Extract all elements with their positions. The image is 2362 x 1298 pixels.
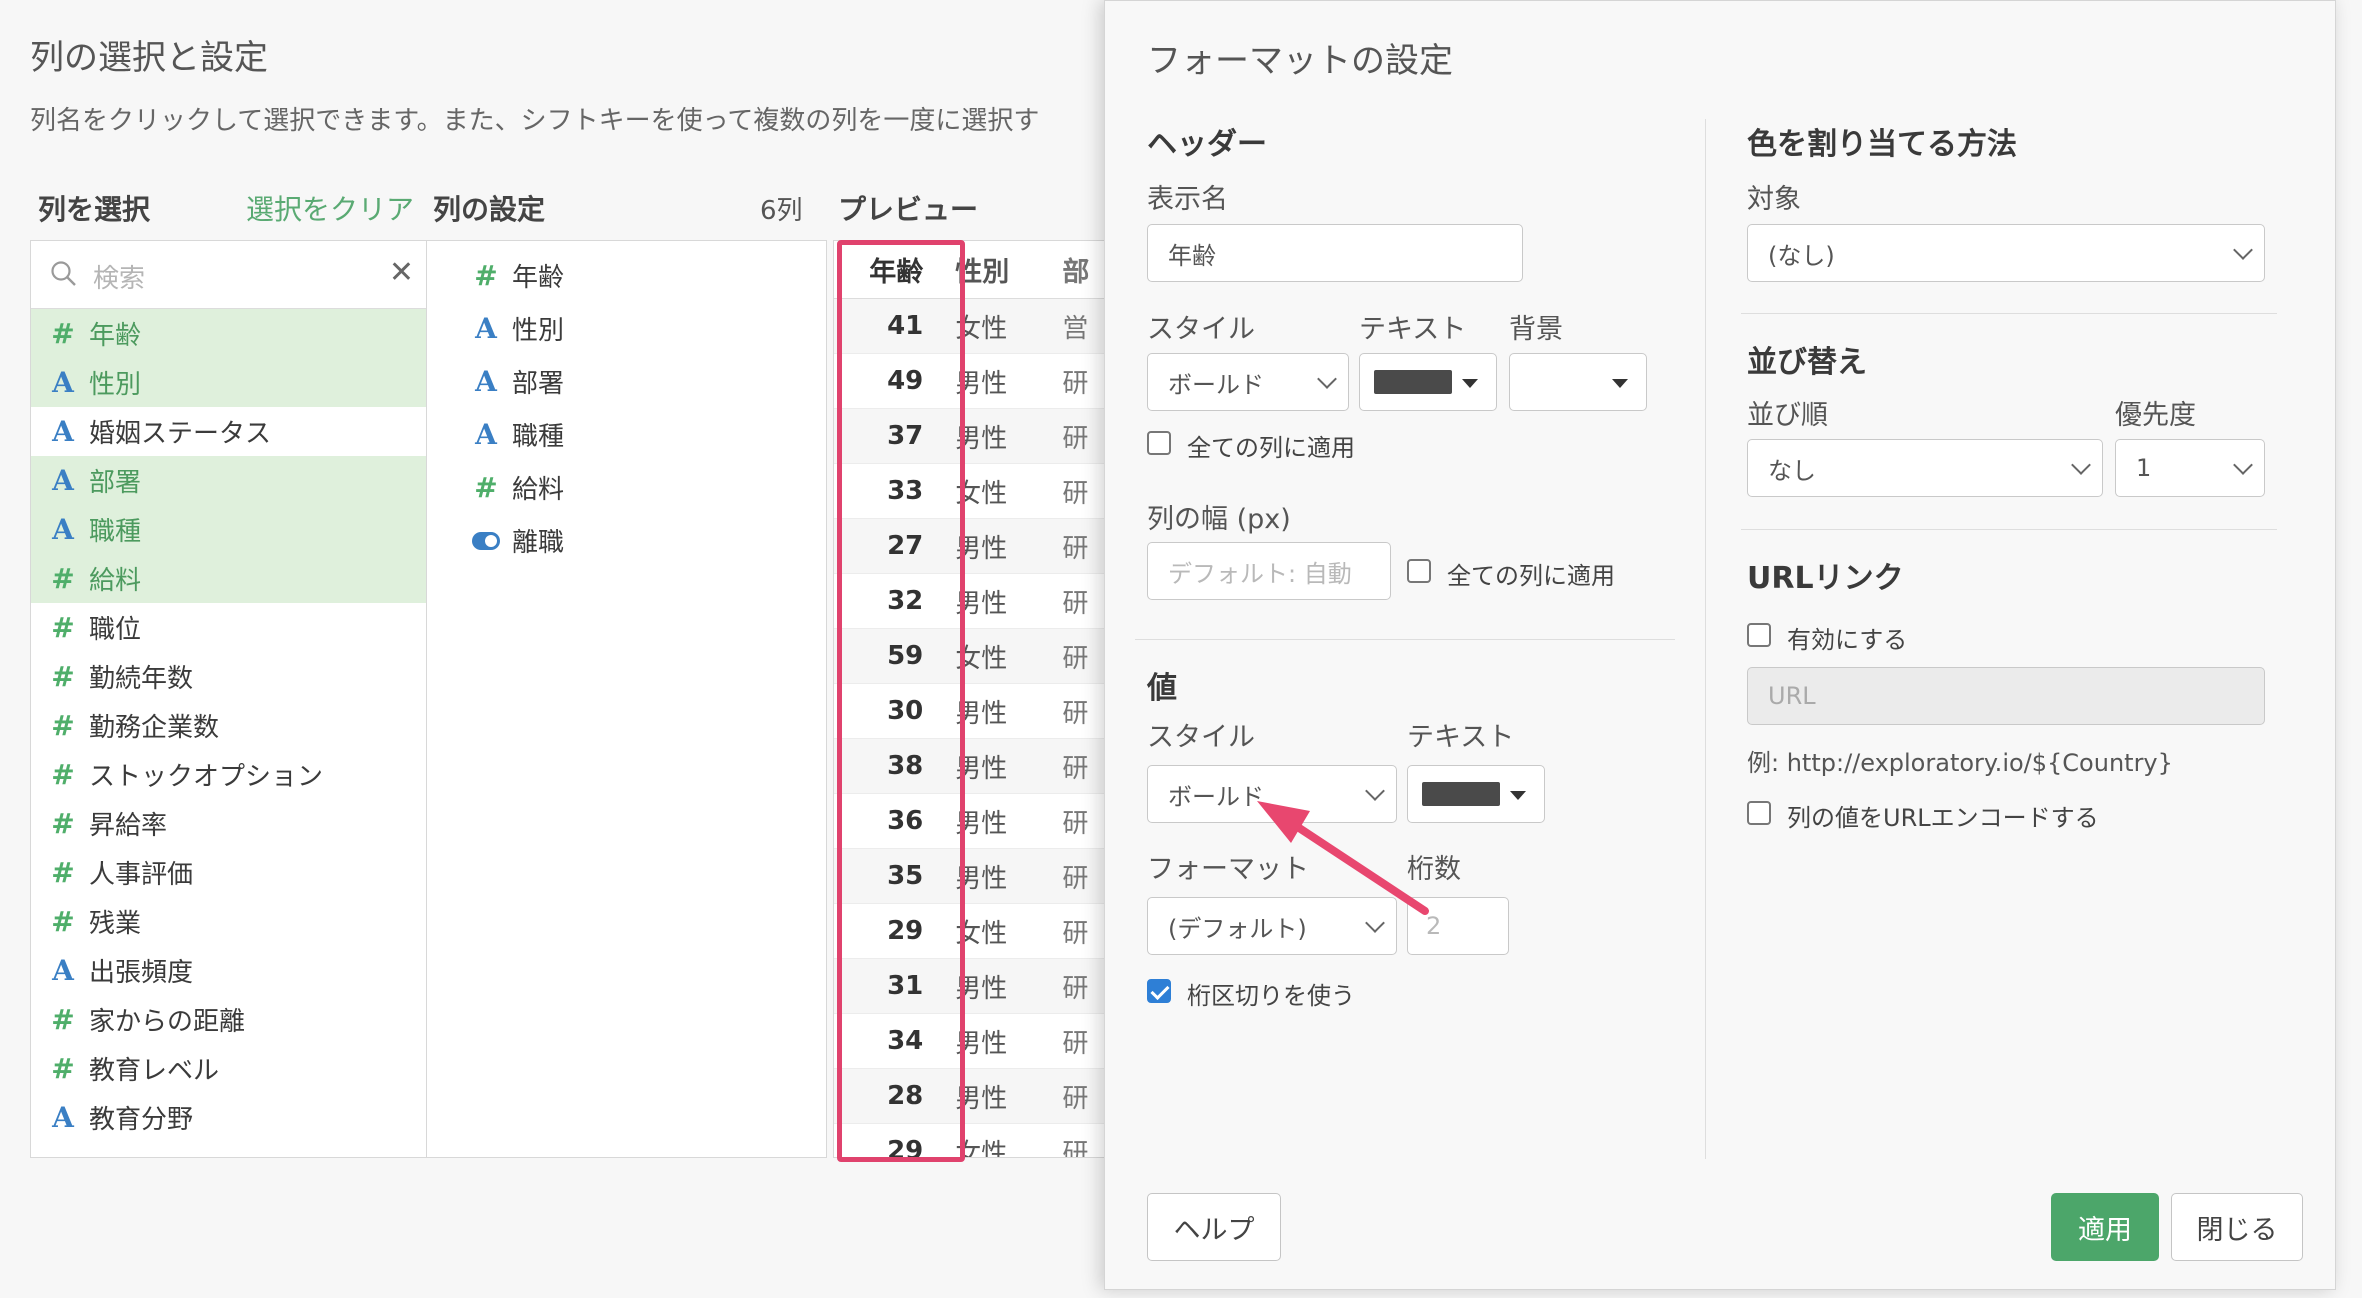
selected-column-list: # 年齢 A 性別 A 部署 A 職種 # 給料 離職: [427, 241, 826, 567]
number-type-icon: #: [51, 317, 75, 350]
search-icon: [51, 261, 76, 286]
age-column-highlight: [837, 240, 965, 1162]
column-list-item[interactable]: # 家からの距離: [31, 995, 426, 1044]
column-list-panel: 検索 ✕ # 年齢 A 性別 A 婚姻ステータス A 部署 A 職種 # 給料 # 職位 # 勤…: [30, 240, 427, 1158]
column-list-item[interactable]: # 年齢: [31, 309, 426, 358]
number-type-icon: #: [51, 856, 75, 889]
text-type-icon: A: [52, 1101, 74, 1134]
column-list-item[interactable]: # ストックオプション: [31, 750, 426, 799]
number-type-icon: #: [51, 905, 75, 938]
column-dialog-title: 列の選択と設定: [30, 38, 268, 78]
column-list-item[interactable]: # 昇給率: [31, 799, 426, 848]
search-input[interactable]: 検索: [93, 258, 145, 295]
selected-column-item[interactable]: A 職種: [427, 408, 826, 461]
column-list-item[interactable]: A 出張頻度: [31, 946, 426, 995]
selected-column-item[interactable]: A 性別: [427, 302, 826, 355]
column-list-item[interactable]: # 給料: [31, 554, 426, 603]
number-type-icon: #: [51, 1003, 75, 1036]
number-type-icon: #: [51, 709, 75, 742]
text-type-icon: A: [475, 312, 497, 345]
text-type-icon: A: [52, 954, 74, 987]
number-type-icon: #: [51, 562, 75, 595]
number-type-icon: #: [51, 611, 75, 644]
column-list-item[interactable]: A 婚姻ステータス: [31, 407, 426, 456]
column-list-item[interactable]: # 教育レベル: [31, 1044, 426, 1093]
number-type-icon: #: [51, 758, 75, 791]
selected-column-item[interactable]: # 年齢: [427, 249, 826, 302]
logical-type-icon: [472, 531, 500, 550]
column-settings-panel: # 年齢 A 性別 A 部署 A 職種 # 給料 離職: [427, 240, 827, 1158]
selected-column-item[interactable]: # 給料: [427, 461, 826, 514]
text-type-icon: A: [52, 513, 74, 546]
number-type-icon: #: [51, 807, 75, 840]
column-list-item[interactable]: A 教育分野: [31, 1093, 426, 1142]
clear-search-icon[interactable]: ✕: [389, 255, 414, 290]
number-type-icon: #: [474, 259, 498, 292]
text-type-icon: A: [475, 365, 497, 398]
column-list-item[interactable]: A 性別: [31, 358, 426, 407]
select-columns-header: 列を選択: [38, 193, 151, 226]
preview-header: プレビュー: [838, 193, 979, 226]
column-count: 6列: [760, 196, 803, 226]
column-list: # 年齢 A 性別 A 婚姻ステータス A 部署 A 職種 # 給料 # 職位 # 勤続年数 #…: [31, 309, 426, 1142]
column-list-item[interactable]: # 勤務企業数: [31, 701, 426, 750]
selected-column-item[interactable]: 離職: [427, 514, 826, 567]
column-list-item[interactable]: # 残業: [31, 897, 426, 946]
column-dialog-description: 列名をクリックして選択できます。また、シフトキーを使って複数の列を一度に選択す: [30, 106, 1040, 136]
number-type-icon: #: [51, 1052, 75, 1085]
number-type-icon: #: [51, 660, 75, 693]
column-list-item[interactable]: # 職位: [31, 603, 426, 652]
annotation-arrow: [1257, 801, 1429, 915]
app-root: 列の選択と設定 列名をクリックして選択できます。また、シフトキーを使って複数の列…: [0, 0, 2362, 1298]
format-settings-modal: フォーマットの設定 ヘッダー 表示名 年齢 スタイル テキスト 背景 ボールド …: [1104, 0, 2336, 1290]
search-box[interactable]: 検索 ✕: [31, 241, 426, 309]
text-type-icon: A: [52, 464, 74, 497]
column-list-item[interactable]: A 部署: [31, 456, 426, 505]
column-list-item[interactable]: A 職種: [31, 505, 426, 554]
number-type-icon: #: [474, 471, 498, 504]
text-type-icon: A: [52, 366, 74, 399]
column-settings-header: 列の設定: [433, 193, 546, 226]
selected-column-item[interactable]: A 部署: [427, 355, 826, 408]
column-list-item[interactable]: # 勤続年数: [31, 652, 426, 701]
text-type-icon: A: [475, 418, 497, 451]
column-list-item[interactable]: # 人事評価: [31, 848, 426, 897]
clear-selection-link[interactable]: 選択をクリア: [246, 188, 414, 228]
text-type-icon: A: [52, 415, 74, 448]
